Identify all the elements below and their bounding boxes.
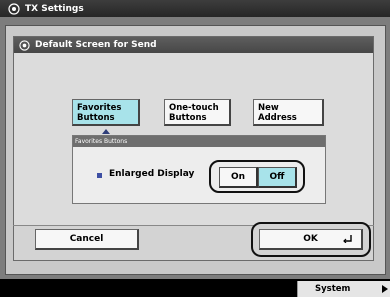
tab-label-line1: One-touch [169, 103, 219, 113]
settings-gear-icon [19, 39, 30, 51]
tab-new-address[interactable]: New Address [253, 99, 324, 126]
dialog-title: Default Screen for Send [35, 40, 157, 50]
dialog-title-bar: Default Screen for Send [14, 37, 373, 53]
tab-one-touch-buttons[interactable]: One-touch Buttons [164, 99, 231, 126]
window-title: TX Settings [25, 3, 84, 14]
ok-button[interactable]: OK [259, 229, 363, 250]
enter-return-icon [343, 235, 352, 243]
off-button[interactable]: Off [258, 167, 297, 188]
tab-label-line2: Buttons [169, 113, 207, 123]
ok-label: OK [303, 234, 318, 244]
tab-label-line2: Address [258, 113, 297, 123]
selected-tab-pointer-icon [102, 129, 110, 134]
title-bar: TX Settings [0, 0, 390, 17]
ok-button-focus-ring: OK [251, 222, 371, 257]
bullet-icon [97, 173, 102, 178]
enlarged-display-toggle: On Off [209, 160, 305, 193]
tab-label-line1: Favorites [77, 103, 122, 113]
system-monitor-button[interactable]: System Monitor [297, 281, 390, 297]
screen: TX Settings Default Screen for Send Favo… [0, 0, 390, 297]
tab-favorites-buttons[interactable]: Favorites Buttons [72, 99, 140, 126]
arrow-right-icon [382, 285, 388, 293]
settings-gear-icon [8, 2, 20, 15]
enlarged-display-label: Enlarged Display [109, 169, 195, 179]
cancel-button[interactable]: Cancel [35, 229, 139, 250]
system-monitor-label: System Monitor [315, 284, 351, 294]
on-button[interactable]: On [219, 167, 258, 188]
favorites-buttons-group: Favorites Buttons Enlarged Display On Of… [72, 135, 326, 204]
tab-label-line1: New [258, 103, 279, 113]
group-header: Favorites Buttons [73, 136, 325, 147]
tab-label-line2: Buttons [77, 113, 115, 123]
